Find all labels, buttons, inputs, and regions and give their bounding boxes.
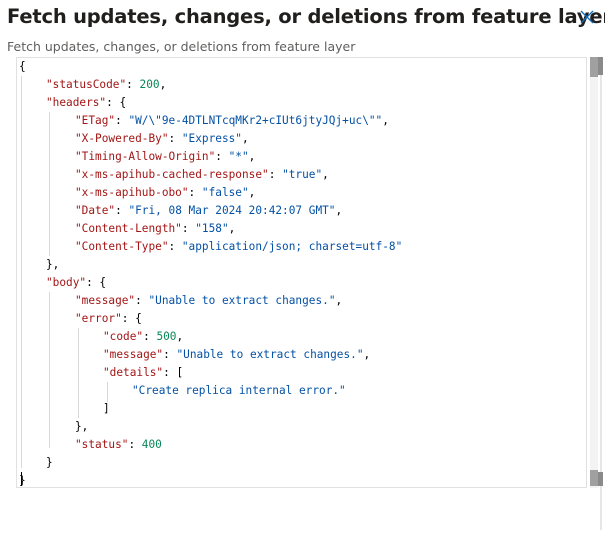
dialog-title: Fetch updates, changes, or deletions fro… [7, 5, 605, 28]
code-line: "statusCode": 200, [46, 78, 167, 91]
code-line: } [19, 474, 26, 487]
code-line: "X-Powered-By": "Express", [75, 132, 249, 145]
code-line: }, [46, 258, 60, 271]
indent-guide [107, 382, 108, 402]
code-line: { [19, 60, 26, 73]
scroll-up-thumb[interactable] [590, 57, 598, 77]
scroll-down-thumb[interactable] [590, 470, 598, 486]
code-line: "Date": "Fri, 08 Mar 2024 20:42:07 GMT", [75, 204, 343, 217]
code-line: } [46, 456, 53, 469]
text-cursor [21, 472, 22, 486]
dialog-scrollbar-thumb-bottom[interactable] [598, 472, 603, 486]
code-line: "Timing-Allow-Origin": "*", [75, 150, 256, 163]
code-line: "message": "Unable to extract changes.", [75, 294, 343, 307]
code-line: }, [75, 420, 89, 433]
close-icon [580, 10, 594, 24]
code-line: "x-ms-apihub-cached-response": "true", [75, 168, 329, 181]
code-line: "ETag": "W/\"9e-4DTLNTcqMKr2+cIUt6jtyJQj… [75, 114, 389, 127]
code-line: ] [103, 402, 110, 415]
dialog-subtitle: Fetch updates, changes, or deletions fro… [7, 39, 356, 54]
close-button[interactable] [578, 8, 596, 26]
code-line: "body": { [46, 276, 107, 289]
code-line: "error": { [75, 312, 142, 325]
code-line: "code": 500, [103, 330, 184, 343]
code-line: "message": "Unable to extract changes.", [103, 348, 371, 361]
code-line: "Content-Type": "application/json; chars… [75, 240, 403, 253]
code-line: "details": [ [103, 366, 184, 379]
indent-guide [49, 112, 50, 256]
code-line: "status": 400 [75, 438, 162, 451]
indent-guide [78, 328, 79, 418]
editor-vertical-scrollbar[interactable] [590, 57, 598, 488]
code-line: "Content-Length": "158", [75, 222, 236, 235]
code-line: "Create replica internal error." [132, 384, 346, 397]
indent-guide [21, 76, 22, 468]
code-line: "x-ms-apihub-obo": "false", [75, 186, 256, 199]
json-code-viewer[interactable]: { "statusCode": 200, "headers": { "ETag"… [16, 57, 587, 488]
code-line: "headers": { [46, 96, 127, 109]
indent-guide [49, 292, 50, 448]
dialog-scrollbar-thumb[interactable] [598, 57, 603, 75]
dialog-scrollbar-track[interactable] [600, 57, 602, 530]
